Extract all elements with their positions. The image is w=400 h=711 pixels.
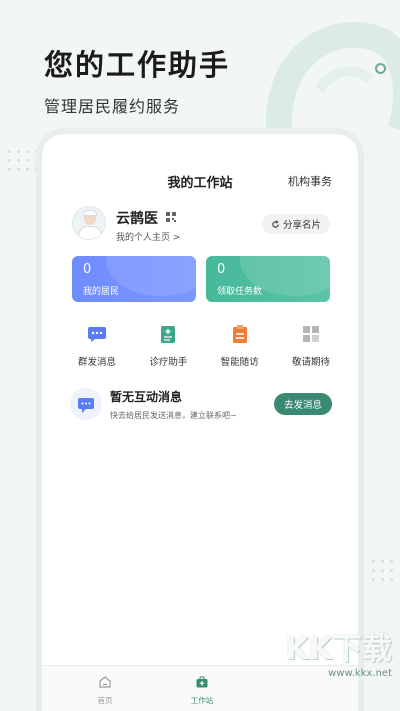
tab-home-label: 首页: [97, 696, 113, 705]
tasks-count: 0: [217, 262, 226, 277]
shortcut-label: 敬请期待: [291, 357, 330, 368]
background-dot: [26, 150, 29, 153]
org-affairs-link[interactable]: 机构事务: [288, 173, 332, 189]
shortcut-grid: 群发消息 诊疗助手 智能随访 敬请期待: [66, 324, 342, 368]
shortcut-smart-followup[interactable]: 智能随访: [209, 324, 271, 368]
hero-headline: 您的工作助手: [44, 48, 231, 82]
send-message-button[interactable]: 去发消息: [273, 393, 332, 415]
background-dot: [35, 150, 38, 153]
shortcut-label: 群发消息: [77, 357, 116, 368]
watermark-logo: KK下载: [285, 632, 393, 667]
background-dot: [26, 168, 29, 171]
background-dot: [381, 560, 384, 563]
clipboard-plus-icon: [161, 326, 176, 343]
background-dot: [390, 578, 393, 581]
background-dot: [35, 159, 38, 162]
grid-icon: [302, 326, 319, 342]
share-card-button[interactable]: 分享名片: [261, 214, 330, 234]
tab-home[interactable]: 首页: [80, 674, 130, 706]
ring-decoration: [375, 63, 386, 74]
background-dot: [17, 159, 20, 162]
clipboard-list-icon: [232, 325, 247, 343]
share-refresh-icon: [272, 219, 279, 228]
stat-card-tasks[interactable]: 0 领取任务数: [206, 256, 330, 302]
residents-count: 0: [83, 262, 92, 277]
background-dot: [381, 569, 384, 572]
doctor-name: 云鹊医: [116, 211, 158, 227]
tasks-label: 领取任务数: [217, 287, 263, 297]
background-dot: [390, 560, 393, 563]
bottom-tabbar: 首页 工作站: [42, 665, 358, 711]
my-homepage-link[interactable]: 我的个人主页 >: [116, 230, 180, 243]
background-dot: [8, 150, 11, 153]
shortcut-group-message[interactable]: 群发消息: [66, 324, 128, 368]
background-dot: [8, 159, 11, 162]
background-dot: [35, 168, 38, 171]
shortcut-diagnosis-assistant[interactable]: 诊疗助手: [137, 324, 199, 368]
background-dot: [390, 569, 393, 572]
residents-label: 我的居民: [83, 287, 120, 297]
background-dot: [372, 578, 375, 581]
shortcut-label: 智能随访: [220, 357, 259, 368]
empty-message-icon: [70, 388, 102, 420]
watermark-url: www.kkx.net: [328, 668, 392, 679]
background-dot: [372, 560, 375, 563]
background-dot: [381, 578, 384, 581]
briefcase-plus-icon: [196, 676, 208, 688]
avatar[interactable]: [72, 206, 106, 240]
shortcut-coming-soon[interactable]: 敬请期待: [280, 324, 342, 368]
chat-bubble-icon: [88, 327, 106, 342]
home-icon: [99, 676, 111, 688]
hero-subline: 管理居民履约服务: [44, 97, 181, 116]
background-dot: [26, 159, 29, 162]
qr-code-icon[interactable]: [166, 212, 176, 222]
background-dot: [372, 569, 375, 572]
empty-state-desc: 快去给居民发送消息，建立联系吧~: [110, 411, 237, 420]
tab-workstation-label: 工作站: [190, 696, 214, 705]
shortcut-label: 诊疗助手: [149, 357, 188, 368]
share-card-label: 分享名片: [282, 220, 321, 231]
background-dot: [17, 150, 20, 153]
empty-state-title: 暂无互动消息: [110, 390, 183, 404]
background-dot: [8, 168, 11, 171]
tab-workstation[interactable]: 工作站: [177, 674, 227, 706]
background-dot: [17, 168, 20, 171]
stat-card-residents[interactable]: 0 我的居民: [72, 256, 196, 302]
